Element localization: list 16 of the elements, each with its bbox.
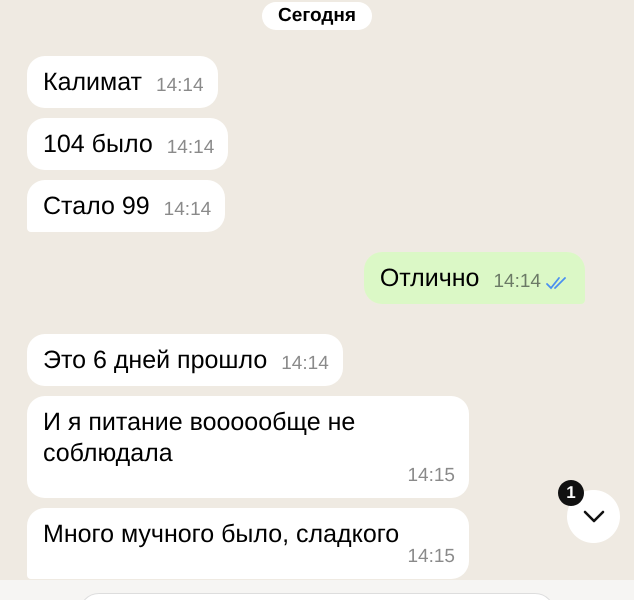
message-time: 14:15	[407, 545, 455, 569]
message-text: Отлично	[380, 263, 480, 294]
message-text: Много мучного было, сладкого	[43, 519, 400, 550]
message-text: Калимат	[43, 67, 144, 98]
message-text: Стало 99	[43, 191, 151, 222]
message-time: 14:14	[493, 270, 541, 294]
message-time: 14:14	[164, 198, 212, 222]
message-time: 14:14	[281, 352, 329, 376]
message-time: 14:14	[166, 136, 214, 160]
chevron-down-icon	[582, 510, 604, 524]
message-text: Это 6 дней прошло	[43, 345, 268, 376]
message-text: И я питание воооообще не соблюдала	[43, 407, 356, 469]
unread-badge: 1	[558, 480, 584, 506]
message-time: 14:14	[156, 74, 204, 98]
message-time: 14:15	[407, 464, 455, 488]
message-text: 104 было	[43, 129, 154, 160]
